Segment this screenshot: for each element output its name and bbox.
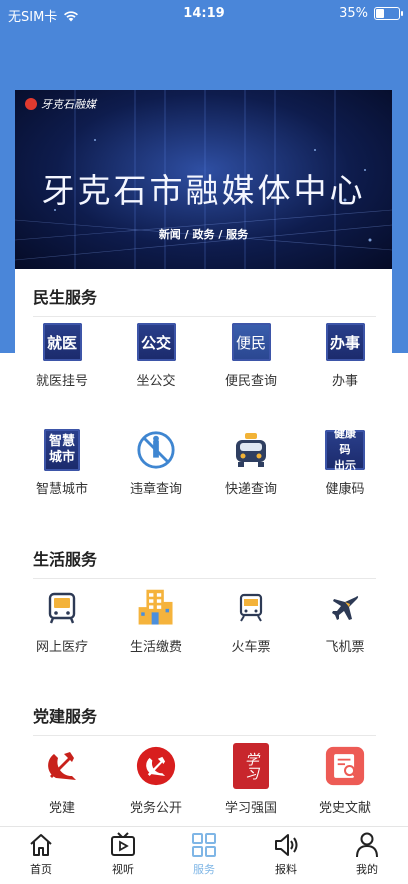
section-title-minsheng: 民生服务 bbox=[33, 288, 98, 307]
banner-subtitle: 新闻 / 政务 / 服务 bbox=[158, 228, 249, 241]
service-item-party[interactable]: 党建 bbox=[15, 743, 109, 816]
section-divider bbox=[33, 578, 376, 579]
video-icon bbox=[111, 832, 135, 856]
online-medical-icon bbox=[48, 592, 76, 624]
party-affairs-icon bbox=[136, 746, 176, 786]
party-emblem-icon bbox=[48, 752, 76, 780]
service-item-xuexi[interactable]: 学习 学习强国 bbox=[204, 743, 298, 816]
service-label: 党务公开 bbox=[129, 801, 182, 816]
tab-label: 首页 bbox=[30, 863, 52, 876]
service-item-online-medical[interactable]: 网上医疗 bbox=[15, 588, 109, 655]
bill-payment-icon bbox=[138, 589, 173, 625]
service-label: 就医挂号 bbox=[35, 374, 88, 389]
battery-percent: 35% bbox=[339, 6, 368, 21]
banner[interactable]: 牙克石融媒 牙克石市融媒体中心 新闻 / 政务 / 服务 bbox=[15, 90, 392, 269]
tab-profile[interactable]: 我的 bbox=[326, 831, 408, 877]
service-label: 坐公交 bbox=[136, 374, 176, 389]
report-icon bbox=[275, 834, 298, 856]
status-right: 35% bbox=[339, 6, 403, 21]
xuexi-icon: 学习 bbox=[233, 743, 269, 789]
service-item-plane[interactable]: 飞机票 bbox=[298, 588, 392, 655]
banner-logo-text: 牙克石融媒 bbox=[41, 98, 96, 111]
tab-label: 服务 bbox=[193, 863, 215, 876]
tab-label: 报料 bbox=[275, 863, 297, 876]
service-item-express[interactable]: 快递查询 bbox=[204, 430, 298, 497]
tab-services[interactable]: 服务 bbox=[163, 831, 245, 877]
express-icon bbox=[236, 433, 266, 467]
service-label: 办事 bbox=[331, 374, 358, 389]
service-item-hospital[interactable]: 就医 就医挂号 bbox=[15, 322, 109, 389]
service-label: 飞机票 bbox=[325, 640, 365, 655]
party-history-icon bbox=[325, 746, 365, 786]
xuexi-icon-text: 学习 bbox=[243, 752, 259, 780]
profile-icon bbox=[356, 832, 378, 858]
service-item-health-code[interactable]: 健康码 出示 健康码 bbox=[298, 427, 392, 497]
service-label: 健康码 bbox=[325, 482, 365, 497]
service-label: 生活缴费 bbox=[129, 640, 182, 655]
affairs-icon: 办事 bbox=[325, 323, 365, 361]
tab-home[interactable]: 首页 bbox=[0, 831, 82, 877]
battery-icon bbox=[374, 7, 403, 20]
service-item-violation[interactable]: 违章查询 bbox=[109, 430, 203, 497]
tab-report[interactable]: 报料 bbox=[245, 831, 327, 877]
service-label: 学习强国 bbox=[224, 801, 277, 816]
bus-icon: 公交 bbox=[136, 323, 176, 361]
service-item-train[interactable]: 火车票 bbox=[204, 588, 298, 655]
banner-title: 牙克石市融媒体中心 bbox=[41, 171, 366, 210]
service-item-smart-city[interactable]: 智慧 城市 智慧城市 bbox=[15, 429, 109, 497]
service-label: 便民查询 bbox=[224, 374, 277, 389]
service-label: 智慧城市 bbox=[35, 482, 88, 497]
service-label: 快递查询 bbox=[224, 482, 277, 497]
service-item-bill-payment[interactable]: 生活缴费 bbox=[109, 588, 203, 655]
services-icon bbox=[192, 833, 216, 857]
service-label: 党建 bbox=[48, 801, 75, 816]
service-label: 网上医疗 bbox=[35, 640, 88, 655]
tab-label: 视听 bbox=[112, 863, 134, 876]
service-item-affairs[interactable]: 办事 办事 bbox=[298, 322, 392, 389]
convenience-icon: 便民 bbox=[231, 323, 271, 361]
smart-city-icon: 智慧 城市 bbox=[44, 429, 80, 471]
service-label: 党史文献 bbox=[318, 801, 371, 816]
health-code-icon: 健康码 出示 bbox=[325, 427, 365, 472]
tab-video[interactable]: 视听 bbox=[82, 831, 164, 877]
section-title-dangjian: 党建服务 bbox=[33, 707, 98, 726]
section-divider bbox=[33, 316, 376, 317]
service-label: 火车票 bbox=[231, 640, 271, 655]
service-item-party-history[interactable]: 党史文献 bbox=[298, 743, 392, 816]
section-divider bbox=[33, 735, 376, 736]
tab-label: 我的 bbox=[356, 863, 378, 876]
violation-icon bbox=[137, 431, 175, 469]
service-label: 违章查询 bbox=[129, 482, 182, 497]
service-item-party-affairs[interactable]: 党务公开 bbox=[109, 743, 203, 816]
service-item-convenience[interactable]: 便民 便民查询 bbox=[204, 322, 298, 389]
logo-mark-icon bbox=[25, 98, 37, 110]
plane-icon bbox=[332, 596, 359, 620]
train-icon bbox=[239, 593, 263, 622]
battery-level bbox=[376, 9, 384, 18]
bottom-tab-bar: 首页 视听 服务 报料 我的 bbox=[0, 826, 408, 884]
status-bar: 无SIM卡 14:19 35% bbox=[0, 0, 408, 28]
banner-logo: 牙克石融媒 bbox=[25, 96, 96, 112]
home-icon bbox=[30, 834, 52, 856]
hospital-registration-icon: 就医 bbox=[42, 323, 82, 361]
service-item-bus[interactable]: 公交 坐公交 bbox=[109, 322, 203, 389]
section-title-shenghuo: 生活服务 bbox=[33, 550, 98, 569]
